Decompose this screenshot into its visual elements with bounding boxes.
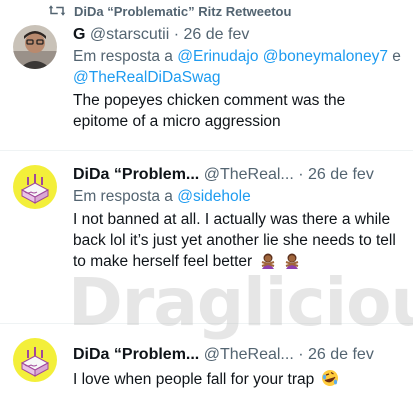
user-handle[interactable]: @TheReal... [204,166,294,183]
reply-prefix: Em resposta a [73,188,173,205]
tweet-text-content: I not banned at all. I actually was ther… [73,211,396,270]
reply-conjunction: e [392,48,401,65]
mention-link[interactable]: @sidehole [177,188,250,205]
tweet-text-content: I love when people fall for your trap [73,371,315,388]
display-name[interactable]: DiDa “Problem... [73,166,199,183]
reply-context-continued: @TheRealDiDaSwag [73,68,221,88]
tweet-header: DiDa “Problem... @TheReal... · 26 de fev [73,345,374,365]
cake-avatar-icon [13,165,57,209]
tweet-text: I not banned at all. I actually was ther… [73,209,403,272]
mention-link[interactable]: @boneymaloney7 [263,48,388,65]
user-handle[interactable]: @TheReal... [204,346,294,363]
tweet-date[interactable]: 26 de fev [308,166,374,183]
mention-link[interactable]: @TheRealDiDaSwag [73,69,221,86]
tweet-header: DiDa “Problem... @TheReal... · 26 de fev [73,165,374,185]
tweet-date[interactable]: 26 de fev [184,26,250,43]
mention-link[interactable]: @Erinudajo [177,48,258,65]
reply-prefix: Em resposta a [73,48,173,65]
reply-context: Em resposta a @Erinudajo @boneymaloney7 … [73,47,401,67]
timeline: DiDa “Problematic” Ritz Retweetou G @sta… [0,0,413,409]
woman-gesturing-no-icon [259,251,277,269]
tweet-date[interactable]: 26 de fev [308,346,374,363]
separator-dot: · [173,26,180,43]
display-name[interactable]: G [73,26,85,43]
separator-dot: · [298,166,304,183]
tweet-2[interactable]: DiDa “Problem... @TheReal... · 26 de fev… [0,151,413,323]
woman-gesturing-no-icon [283,251,301,269]
avatar[interactable] [13,25,57,69]
tweet-1[interactable]: G @starscutii · 26 de fev Em resposta a … [0,22,413,150]
retweet-context[interactable]: DiDa “Problematic” Ritz Retweetou [0,0,413,22]
display-name[interactable]: DiDa “Problem... [73,346,199,363]
avatar[interactable] [13,165,57,209]
tweet-text: The popeyes chicken comment was the epit… [73,92,346,130]
avatar[interactable] [13,338,57,382]
tweet-text: I love when people fall for your trap [73,369,403,390]
tweet-3[interactable]: DiDa “Problem... @TheReal... · 26 de fev… [0,324,413,409]
reply-context: Em resposta a @sidehole [73,187,251,207]
rolling-on-floor-laughing-icon [321,369,339,387]
tweet-header: G @starscutii · 26 de fev [73,25,249,45]
retweet-icon [48,5,66,16]
retweet-label: DiDa “Problematic” Ritz Retweetou [74,4,292,19]
user-photo-icon [13,25,57,69]
cake-avatar-icon [13,338,57,382]
separator-dot: · [298,346,304,363]
user-handle[interactable]: @starscutii [90,26,169,43]
